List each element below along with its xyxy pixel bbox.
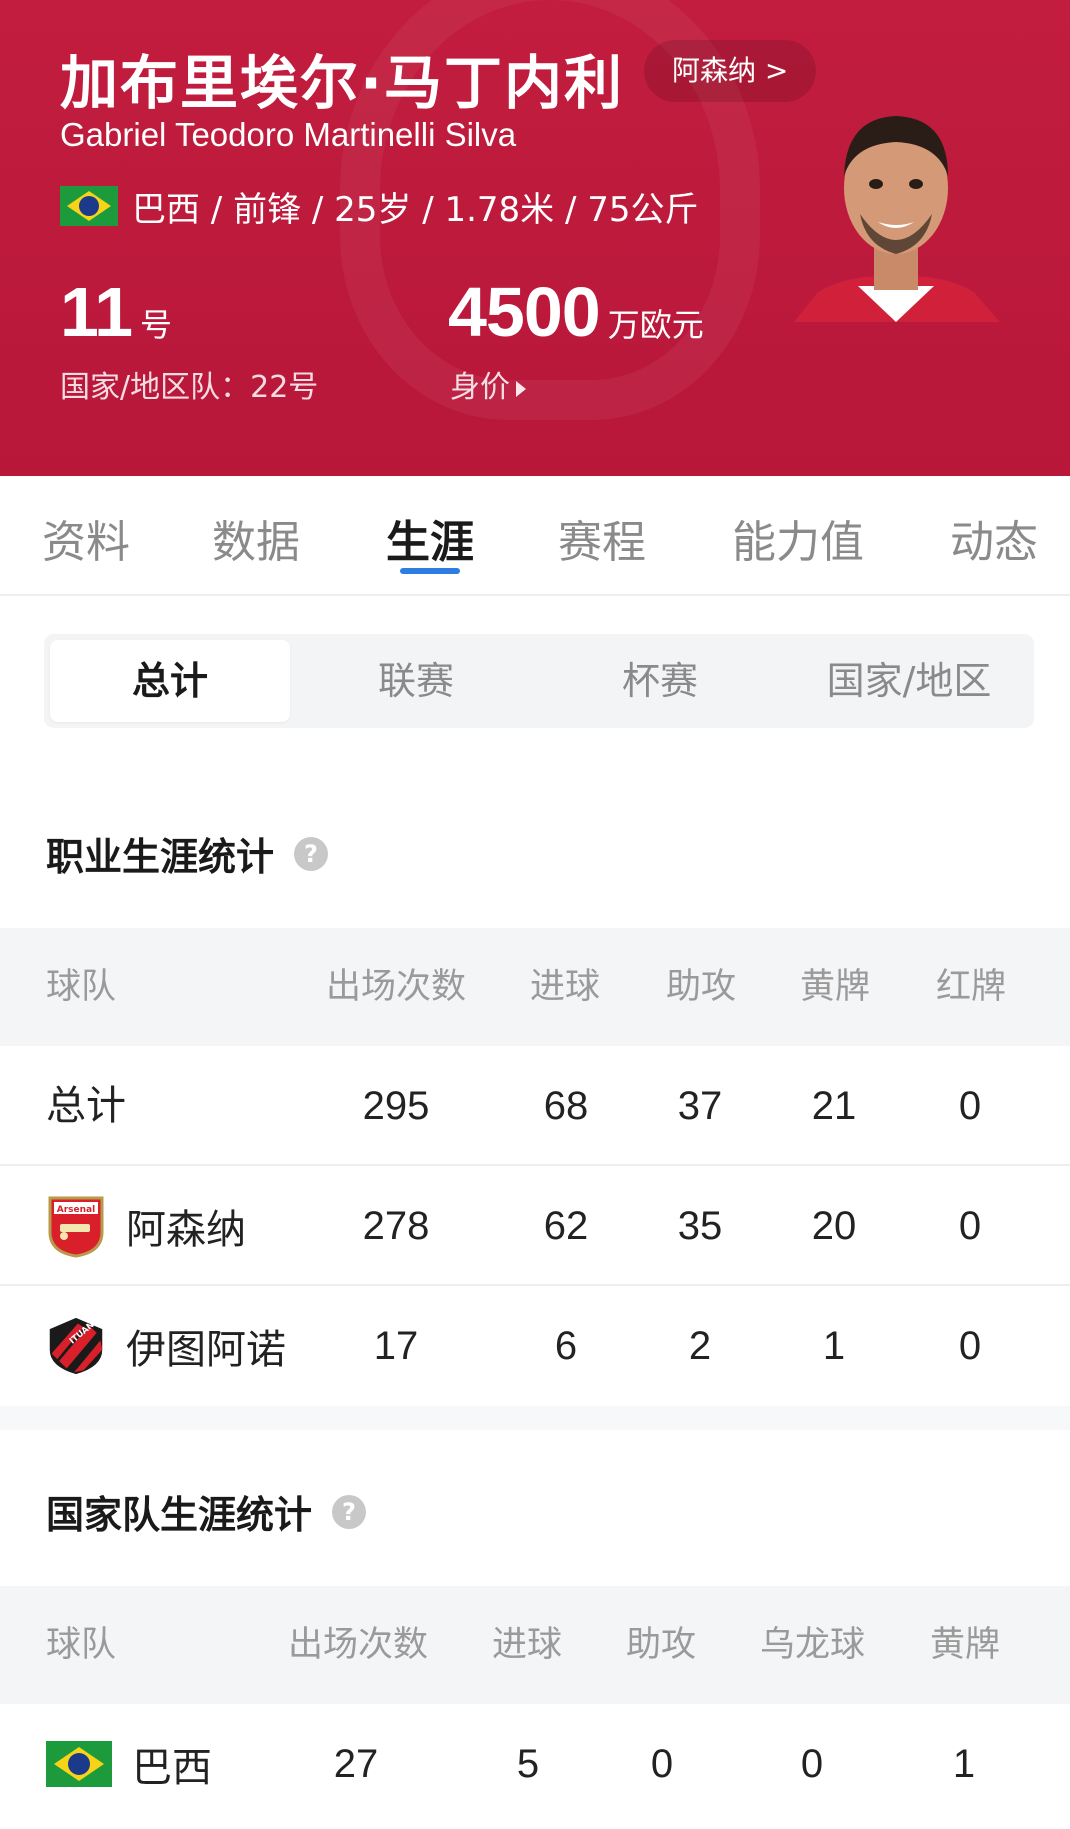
- col-team: 球队: [46, 1625, 117, 1665]
- table-row[interactable]: ITUANO 伊图阿诺 17 6 2 1 0: [0, 1286, 1070, 1406]
- apps-value: 27: [333, 1742, 379, 1786]
- ituano-crest-icon: ITUANO: [49, 1315, 103, 1375]
- yellow-value: 1: [822, 1324, 846, 1368]
- main-tabs: 资料 数据 生涯 赛程 能力值 动态: [0, 476, 1070, 596]
- table-row: 总计 295 68 37 21 0: [0, 1046, 1070, 1166]
- tab-stats[interactable]: 数据: [212, 506, 300, 570]
- national-stats-heading: 国家队生涯统计: [46, 1493, 313, 1537]
- col-goals: 进球: [530, 967, 601, 1007]
- col-yellow: 黄牌: [930, 1625, 1001, 1665]
- table-row[interactable]: 巴西 27 5 0 0 1: [0, 1704, 1070, 1824]
- market-value-number: 4500: [448, 273, 601, 351]
- player-info-line: 巴西 / 前锋 / 25岁 / 1.78米 / 75公斤: [60, 182, 699, 230]
- tab-news[interactable]: 动态: [950, 506, 1038, 570]
- team-cell[interactable]: ITUANO 伊图阿诺: [46, 1286, 286, 1406]
- play-arrow-icon: [516, 380, 526, 397]
- col-own-goals: 乌龙球: [760, 1625, 866, 1665]
- tab-schedule[interactable]: 赛程: [558, 506, 646, 570]
- player-name-en: Gabriel Teodoro Martinelli Silva: [60, 116, 517, 153]
- yellow-value: 1: [952, 1742, 976, 1786]
- team-cell[interactable]: 巴西: [46, 1704, 212, 1824]
- svg-text:Arsenal: Arsenal: [57, 1205, 95, 1215]
- tab-career[interactable]: 生涯: [386, 506, 474, 570]
- national-table-header: 球队 出场次数 进球 助攻 乌龙球 黄牌: [0, 1586, 1070, 1704]
- active-tab-indicator: [400, 568, 460, 574]
- red-value: 0: [958, 1204, 982, 1248]
- career-stats-heading: 职业生涯统计: [46, 835, 275, 879]
- red-value: 0: [958, 1084, 982, 1128]
- col-apps: 出场次数: [288, 1625, 429, 1665]
- national-stats-title: 国家队生涯统计 ?: [46, 1484, 367, 1539]
- goals-value: 62: [543, 1204, 589, 1248]
- player-info-text: 巴西 / 前锋 / 25岁 / 1.78米 / 75公斤: [132, 189, 699, 230]
- table-row[interactable]: Arsenal 阿森纳 278 62 35 20 0: [0, 1166, 1070, 1286]
- shirt-number: 11 号: [60, 272, 172, 352]
- brazil-flag-icon: [46, 1741, 112, 1787]
- market-value-link[interactable]: 身价: [450, 362, 526, 406]
- segment-cup[interactable]: 杯赛: [540, 634, 780, 728]
- red-value: 0: [958, 1324, 982, 1368]
- career-table-header: 球队 出场次数 进球 助攻 黄牌 红牌: [0, 928, 1070, 1046]
- apps-value: 17: [373, 1324, 419, 1368]
- yellow-value: 20: [811, 1204, 857, 1248]
- player-portrait: [794, 116, 1000, 322]
- help-icon[interactable]: ?: [332, 1494, 367, 1529]
- player-header: 加布里埃尔·马丁内利 阿森纳 > Gabriel Teodoro Martine…: [0, 0, 1070, 476]
- goals-value: 5: [516, 1742, 540, 1786]
- col-assists: 助攻: [626, 1625, 697, 1665]
- col-red: 红牌: [936, 967, 1007, 1007]
- segment-league[interactable]: 联赛: [296, 634, 536, 728]
- shirt-number-unit: 号: [140, 306, 173, 344]
- national-team-number: 国家/地区队：22号: [60, 370, 319, 405]
- assists-value: 37: [677, 1084, 723, 1128]
- yellow-value: 21: [811, 1084, 857, 1128]
- brazil-flag-icon: [60, 186, 118, 226]
- market-value-label: 身价: [450, 370, 510, 405]
- col-team: 球队: [46, 967, 117, 1007]
- section-divider: [0, 1406, 1070, 1430]
- assists-value: 0: [650, 1742, 674, 1786]
- market-value: 4500 万欧元: [448, 272, 704, 352]
- col-assists: 助攻: [666, 967, 737, 1007]
- team-name: 总计: [46, 1083, 126, 1129]
- career-stats-title: 职业生涯统计 ?: [46, 826, 329, 881]
- assists-value: 2: [688, 1324, 712, 1368]
- tab-profile[interactable]: 资料: [42, 506, 130, 570]
- col-goals: 进球: [492, 1625, 563, 1665]
- arsenal-crest-icon: Arsenal: [48, 1196, 104, 1258]
- help-icon[interactable]: ?: [294, 836, 329, 871]
- shirt-number-value: 11: [60, 273, 133, 351]
- market-value-unit: 万欧元: [607, 306, 704, 344]
- team-name: 巴西: [132, 1745, 212, 1791]
- goals-value: 68: [543, 1084, 589, 1128]
- col-apps: 出场次数: [326, 967, 467, 1007]
- competition-filter: 总计 联赛 杯赛 国家/地区: [44, 634, 1034, 728]
- team-cell[interactable]: Arsenal 阿森纳: [46, 1166, 246, 1286]
- assists-value: 35: [677, 1204, 723, 1248]
- own-goals-value: 0: [800, 1742, 824, 1786]
- apps-value: 295: [362, 1084, 430, 1128]
- tab-ratings[interactable]: 能力值: [732, 506, 864, 570]
- apps-value: 278: [362, 1204, 430, 1248]
- club-link-button[interactable]: 阿森纳 >: [644, 40, 817, 102]
- segment-national[interactable]: 国家/地区: [784, 634, 1034, 728]
- goals-value: 6: [554, 1324, 578, 1368]
- team-name: 阿森纳: [126, 1207, 246, 1253]
- segment-total[interactable]: 总计: [50, 640, 290, 722]
- player-name-cn: 加布里埃尔·马丁内利: [60, 49, 625, 117]
- team-name: 伊图阿诺: [126, 1327, 286, 1373]
- col-yellow: 黄牌: [800, 967, 871, 1007]
